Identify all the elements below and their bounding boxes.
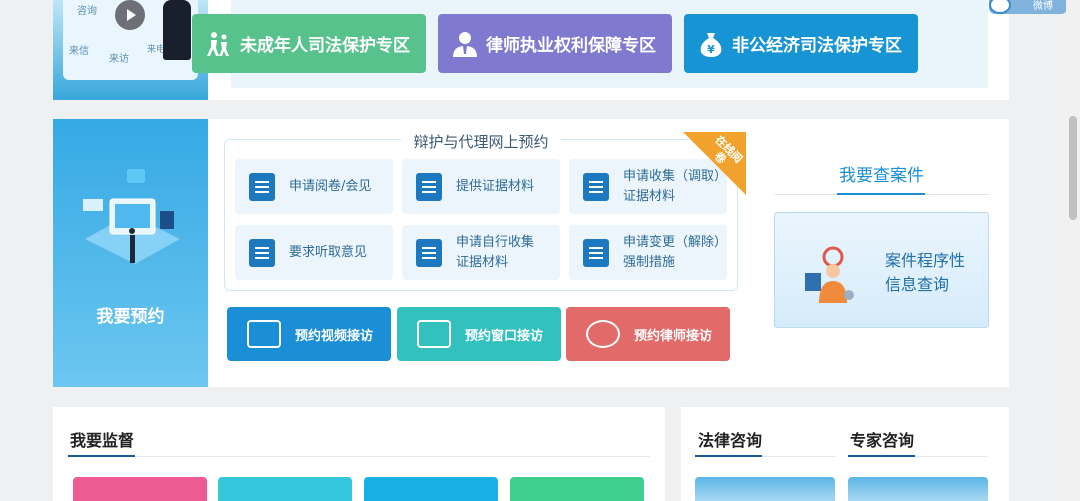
service-self-collect-evidence[interactable]: 申请自行收集 证据材料 [402,225,560,280]
weibo-icon [989,0,1011,14]
document-edit-icon [249,172,275,201]
zone-label: 律师执业权利保障专区 [486,36,656,56]
document-pen-icon [416,238,442,267]
online-read-ribbon[interactable]: 在线阅卷 [683,132,746,195]
promo-word: 来访 [109,54,129,65]
action-label: 预约窗口接访 [465,328,544,344]
promo-word: 咨询 [77,6,97,17]
reservation-side-banner[interactable]: 我要预约 [53,119,208,387]
service-label: 申请自行收集 证据材料 [456,234,535,270]
service-request-hear-opinion[interactable]: 要求听取意见 [235,225,393,280]
supervision-title: 我要监督 [70,431,135,450]
supervision-underline [68,455,650,457]
legal-consult-image[interactable] [695,477,835,501]
service-change-measures[interactable]: 申请变更（解除） 强制措施 [569,225,727,280]
expert-consult-underline [848,455,988,457]
zone-button-lawyer-rights[interactable]: 律师执业权利保障专区 [438,14,672,73]
service-provide-evidence[interactable]: 提供证据材料 [402,159,560,214]
legal-consult-underline [695,455,835,457]
receptionist-figure [163,0,191,60]
zone-label: 未成年人司法保护专区 [240,36,410,56]
supervision-tile[interactable] [364,477,498,501]
supervision-tile[interactable] [510,477,644,501]
lawyer-icon [450,29,480,59]
checklist-icon [249,238,275,267]
service-label: 申请阅卷/会见 [289,178,372,194]
money-bag-icon: ¥ [696,29,726,59]
service-label: 提供证据材料 [456,178,535,194]
svg-text:¥: ¥ [707,43,715,56]
promo-word: 来信 [69,46,89,57]
children-icon [204,29,234,59]
service-apply-read-files[interactable]: 申请阅卷/会见 [235,159,393,214]
case-card-text: 案件程序性 信息查询 [885,251,966,294]
case-query-title: 我要查案件 [839,166,924,186]
reservation-side-caption: 我要预约 [96,307,165,327]
legal-consult-title[interactable]: 法律咨询 [698,427,762,451]
float-badge-label: 微博 [1033,1,1053,12]
scroll-thumb[interactable] [1069,116,1077,220]
lawyer-reception-icon [586,320,620,348]
zone-button-private-economy[interactable]: ¥ 非公经济司法保护专区 [684,14,918,73]
computer-illustration-icon [83,169,180,264]
service-label: 申请变更（解除） 强制措施 [623,234,728,270]
reservation-panel: 我要预约 辩护与代理网上预约 申请阅卷/会见 提供证据材料 申请收集（调取） 证据… [53,119,1009,387]
action-label: 预约律师接访 [634,328,713,344]
book-window-reception-button[interactable]: 预约窗口接访 [397,307,561,361]
action-label: 预约视频接访 [295,328,374,344]
book-lawyer-reception-button[interactable]: 预约律师接访 [566,307,730,361]
window-reception-icon [417,320,451,348]
document-check-icon [416,172,442,201]
document-arrow-icon [583,172,609,201]
case-procedure-query-card[interactable]: 案件程序性 信息查询 [774,212,989,328]
book-video-reception-button[interactable]: 预约视频接访 [227,307,391,361]
expert-consult-image[interactable] [848,477,988,501]
magnifier-person-icon [805,246,854,303]
page-scrollbar[interactable] [1066,0,1080,501]
play-icon[interactable] [115,0,145,30]
expert-consult-title[interactable]: 专家咨询 [850,427,914,451]
zone-label: 非公经济司法保护专区 [732,36,902,56]
weibo-float-badge[interactable]: 微博 [989,0,1067,14]
document-lines-icon [583,238,609,267]
video-camera-icon [247,320,281,348]
reception-promo-video[interactable]: 咨询 来信 来访 来电 [53,0,208,100]
supervision-tile[interactable] [218,477,352,501]
service-label: 要求听取意见 [289,244,368,260]
zone-button-minor-protection[interactable]: 未成年人司法保护专区 [192,14,426,73]
consultation-panel: 法律咨询 专家咨询 [681,407,1009,501]
case-title-underline [774,193,989,195]
supervision-tile[interactable] [73,477,207,501]
supervision-panel: 我要监督 [53,407,665,501]
online-booking-title: 辩护与代理网上预约 [224,131,738,152]
